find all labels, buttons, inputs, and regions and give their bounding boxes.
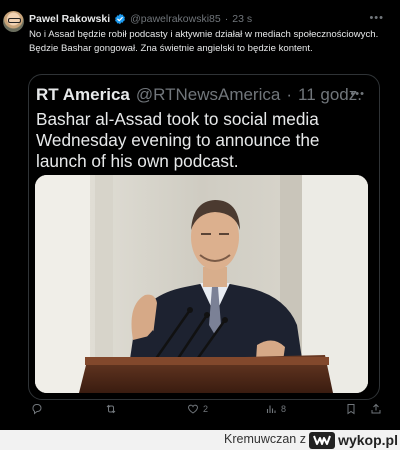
wykop-footer: Kremuwczan z wykop.pl <box>0 430 400 450</box>
tweet-actions: 2 8 <box>0 400 400 420</box>
more-dots-icon[interactable]: ••• <box>350 89 365 100</box>
separator-dot: · <box>286 85 292 104</box>
share-icon <box>371 403 381 414</box>
tweet-timestamp[interactable]: 23 s <box>232 13 252 25</box>
reply-icon <box>32 404 42 415</box>
assad-podium-image <box>35 175 368 393</box>
like-button[interactable]: 2 <box>187 400 208 418</box>
quoted-tweet-header: RT America @RTNewsAmerica · 11 godz. <box>36 83 362 107</box>
avatar[interactable] <box>3 11 24 32</box>
footer-suffix: z <box>299 432 306 446</box>
author-name[interactable]: Pawel Rakowski <box>29 13 110 25</box>
retweet-button[interactable] <box>105 400 121 418</box>
views-button[interactable]: 8 <box>265 400 286 418</box>
tweet-photo[interactable] <box>35 175 368 393</box>
retweet-icon <box>106 404 116 414</box>
wykop-logo-icon <box>309 431 336 449</box>
like-count: 2 <box>203 404 209 414</box>
quoted-tweet-text: Bashar al-Assad took to social media Wed… <box>36 109 320 171</box>
bookmark-button[interactable] <box>345 400 357 418</box>
wykop-logo[interactable]: wykop.pl <box>309 431 398 449</box>
quoted-author-name[interactable]: RT America <box>36 85 130 105</box>
author-handle[interactable]: @pawelrakowski85 <box>130 13 221 25</box>
verified-badge-icon <box>115 13 126 25</box>
more-dots-icon[interactable]: ••• <box>369 13 384 24</box>
quoted-author-handle[interactable]: @RTNewsAmerica <box>136 85 280 105</box>
reply-button[interactable] <box>31 400 47 418</box>
wykop-site-name: wykop.pl <box>338 432 398 448</box>
tweet-card[interactable]: Pawel Rakowski @pawelrakowski85 · 23 s •… <box>0 0 400 430</box>
bookmark-icon <box>347 404 355 415</box>
share-button[interactable] <box>370 400 382 418</box>
views-count: 8 <box>281 404 287 414</box>
heart-icon <box>188 404 198 414</box>
tweet-header: Pawel Rakowski @pawelrakowski85 · 23 s <box>29 11 370 27</box>
views-chart-icon <box>266 405 276 413</box>
quoted-tweet[interactable]: RT America @RTNewsAmerica · 11 godz. •••… <box>28 74 380 400</box>
separator-dot: · <box>224 13 229 25</box>
footer-username[interactable]: Kremuwczan z <box>224 432 306 446</box>
tweet-text: No i Assad będzie robił podcasty i aktyw… <box>29 29 379 54</box>
